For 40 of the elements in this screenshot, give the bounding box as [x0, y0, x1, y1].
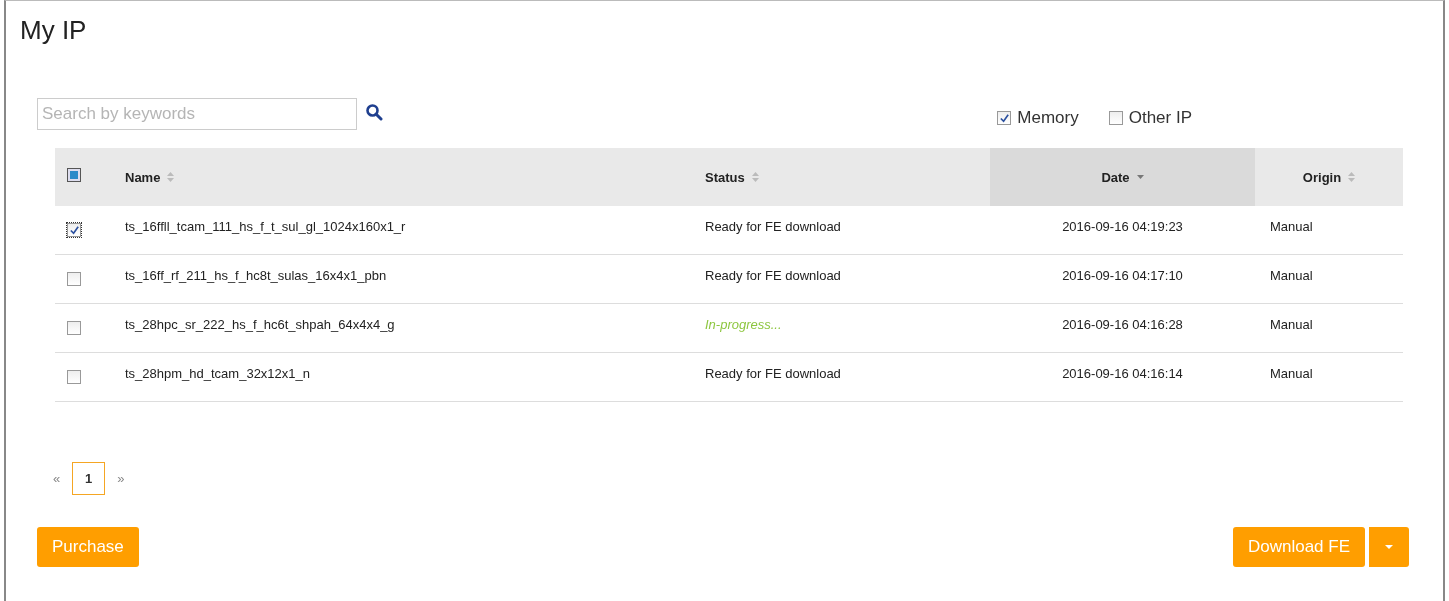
table-cell: 2016-09-16 04:17:10 [1062, 268, 1183, 283]
table-cell: Manual [1270, 268, 1313, 283]
filter-label: Other IP [1128, 108, 1192, 128]
table-cell: 2016-09-16 04:16:28 [1062, 317, 1183, 332]
table-cell: 2016-09-16 04:16:14 [1062, 366, 1183, 381]
caret-icon [1385, 545, 1393, 549]
search-icon[interactable] [365, 103, 383, 121]
page-link[interactable]: 1 [72, 462, 106, 495]
sort-descending-icon[interactable] [1136, 174, 1144, 180]
select-all-checkbox[interactable] [67, 168, 81, 182]
column-header[interactable]: Origin [1255, 148, 1403, 206]
row-checkbox[interactable] [67, 370, 81, 384]
column-header[interactable]: Status [690, 148, 990, 206]
table-cell: 2016-09-16 04:19:23 [1062, 219, 1183, 234]
previous-page-link[interactable]: « [53, 471, 61, 486]
column-header[interactable]: Name [110, 148, 690, 206]
table-cell: Manual [1270, 219, 1313, 234]
table-cell: Manual [1270, 366, 1313, 381]
checkbox[interactable] [1108, 111, 1123, 125]
table-cell: ts_16ff_rf_211_hs_f_hc8t_sulas_16x4x1_pbn [125, 268, 387, 283]
sort-icon[interactable] [167, 172, 175, 182]
sort-icon[interactable] [751, 172, 759, 182]
status-text: Ready for FE download [705, 268, 841, 283]
table-cell: Manual [1270, 317, 1313, 332]
status-text: In-progress... [705, 317, 782, 332]
row-checkbox[interactable] [67, 321, 81, 335]
row-checkbox[interactable] [67, 272, 81, 286]
status-text: Ready for FE download [705, 366, 841, 381]
table-cell: ts_16ffll_tcam_111_hs_f_t_sul_gl_1024x160x1_r [125, 219, 406, 234]
table-cell: ts_28hpc_sr_222_hs_f_hc6t_shpah_64x4x4_g [125, 317, 395, 332]
page-title: My IP [20, 15, 87, 46]
filter-label: Memory [1017, 108, 1079, 128]
column-header[interactable]: Date [990, 148, 1255, 206]
checkbox[interactable] [997, 111, 1012, 125]
search-field[interactable]: Search by keywords [37, 98, 357, 130]
next-page-link[interactable]: » [117, 471, 125, 486]
table-cell: ts_28hpm_hd_tcam_32x12x1_n [125, 366, 311, 381]
row-checkbox[interactable] [67, 223, 81, 237]
status-text: Ready for FE download [705, 219, 841, 234]
sort-icon[interactable] [1348, 172, 1356, 182]
